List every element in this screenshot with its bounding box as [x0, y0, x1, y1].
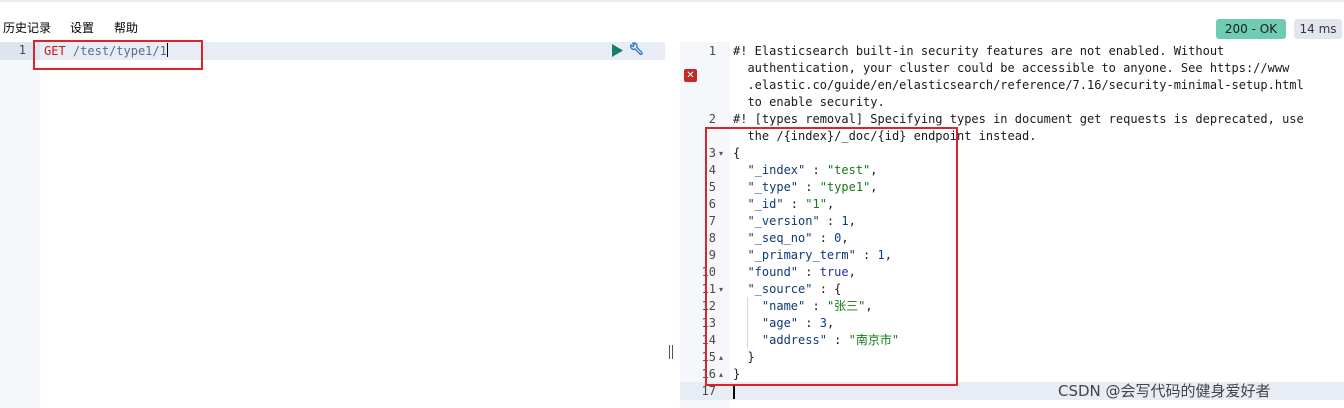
response-line-number: 2	[708, 112, 716, 126]
menu-history[interactable]: 历史记录	[3, 19, 51, 36]
menu-help[interactable]: 帮助	[114, 19, 138, 36]
annotation-box-response	[705, 127, 958, 386]
watermark: CSDN @会写代码的健身爱好者	[1058, 382, 1271, 400]
response-line-number: 1	[708, 44, 716, 58]
menu-settings[interactable]: 设置	[70, 19, 94, 36]
console-toolbar: 历史记录 设置 帮助 200 - OK 14 ms	[0, 0, 1344, 42]
warning-line: #! Elasticsearch built-in security featu…	[733, 44, 1225, 58]
warning-line: #! [types removal] Specifying types in d…	[733, 112, 1304, 126]
error-icon: ✕	[684, 69, 697, 82]
status-badge: 200 - OK	[1216, 19, 1286, 39]
request-editor-gutter	[0, 42, 40, 408]
annotation-box-request	[33, 40, 203, 70]
request-line-number: 1	[18, 43, 26, 57]
response-time-badge: 14 ms	[1294, 19, 1342, 39]
panel-resizer[interactable]	[668, 345, 674, 359]
text-cursor	[733, 384, 735, 399]
wrench-icon[interactable]	[628, 42, 644, 58]
warning-line: authentication, your cluster could be ac…	[733, 61, 1290, 75]
play-icon[interactable]	[611, 44, 623, 57]
warning-line: .elastic.co/guide/en/elasticsearch/refer…	[733, 78, 1304, 92]
warning-line: to enable security.	[733, 95, 885, 109]
